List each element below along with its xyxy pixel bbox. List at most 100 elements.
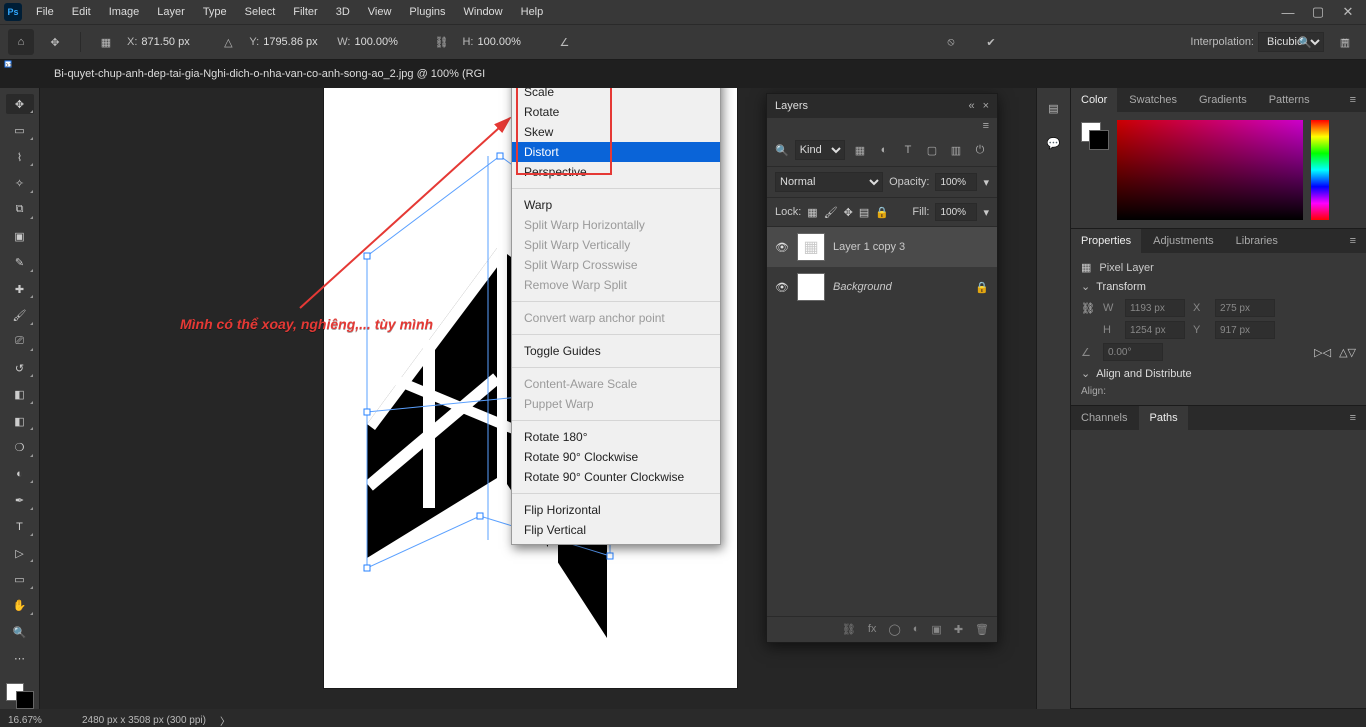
visibility-icon[interactable]: 👁 xyxy=(775,281,789,294)
eraser-tool[interactable]: ◧ xyxy=(6,384,34,404)
adjustment-icon[interactable]: ◐ xyxy=(913,623,920,636)
blur-tool[interactable]: ❍ xyxy=(6,437,34,457)
visibility-icon[interactable]: 👁 xyxy=(775,241,789,254)
delta-icon[interactable]: △ xyxy=(215,29,241,55)
fill-dropdown-icon[interactable]: ▾ xyxy=(983,206,989,219)
filter-search-icon[interactable]: 🔍 xyxy=(775,144,789,157)
pen-tool[interactable]: ✒ xyxy=(6,490,34,510)
canvas-area[interactable]: Mình có thể xoay, nghiêng,... tùy mình c… xyxy=(40,88,1036,709)
ctx-rotate[interactable]: Rotate xyxy=(512,102,720,122)
x-input[interactable] xyxy=(141,36,207,49)
history-brush-tool[interactable]: ↺ xyxy=(6,358,34,378)
prop-y[interactable]: 917 px xyxy=(1215,321,1275,339)
menu-file[interactable]: File xyxy=(28,2,62,22)
filter-shape-icon[interactable]: ▢ xyxy=(923,142,941,158)
menu-help[interactable]: Help xyxy=(513,2,552,22)
layer-name[interactable]: Layer 1 copy 3 xyxy=(833,241,905,253)
edit-toolbar-icon[interactable]: ⋯ xyxy=(6,649,34,669)
group-icon[interactable]: ▣ xyxy=(931,623,941,636)
link-wh-icon[interactable]: ⛓ xyxy=(428,29,454,55)
flip-h-icon[interactable]: ▷◁ xyxy=(1314,346,1331,359)
drag-handle-icon[interactable]: ›› xyxy=(5,61,12,68)
stamp-tool[interactable]: ⎚ xyxy=(6,332,34,352)
ctx-distort[interactable]: Distort xyxy=(512,142,720,162)
gradient-tool[interactable]: ◧ xyxy=(6,411,34,431)
menu-layer[interactable]: Layer xyxy=(149,2,193,22)
layer-filter-select[interactable]: Kind xyxy=(795,140,845,160)
window-max-button[interactable]: ▢ xyxy=(1304,4,1332,20)
path-select-tool[interactable]: ▷ xyxy=(6,543,34,563)
marquee-tool[interactable]: ▭ xyxy=(6,120,34,140)
dock-icon[interactable]: ▤ xyxy=(1048,102,1058,115)
color-spectrum[interactable] xyxy=(1117,120,1303,220)
zoom-tool[interactable]: 🔍 xyxy=(6,622,34,642)
crop-tool[interactable]: ⧉ xyxy=(6,200,34,220)
opacity-dropdown-icon[interactable]: ▾ xyxy=(983,176,989,189)
lock-paint-icon[interactable]: 🖌 xyxy=(824,206,838,219)
layer-row[interactable]: 👁 ▦ Layer 1 copy 3 xyxy=(767,227,997,267)
tab-gradients[interactable]: Gradients xyxy=(1189,88,1257,112)
menu-plugins[interactable]: Plugins xyxy=(401,2,453,22)
tab-properties[interactable]: Properties xyxy=(1071,229,1141,253)
shape-tool[interactable]: ▭ xyxy=(6,569,34,589)
ctx-rotate-90-ccw[interactable]: Rotate 90° Counter Clockwise xyxy=(512,467,720,487)
prop-x[interactable]: 275 px xyxy=(1215,299,1275,317)
lock-trans-icon[interactable]: ▦ xyxy=(807,206,817,219)
color-fgbg[interactable] xyxy=(1081,122,1109,150)
flip-v-icon[interactable]: △▽ xyxy=(1339,346,1356,359)
menu-edit[interactable]: Edit xyxy=(64,2,99,22)
search-icon[interactable]: 🔍 xyxy=(1292,29,1318,55)
status-menu-icon[interactable]: 〉 xyxy=(220,713,230,727)
zoom-level[interactable]: 16.67% xyxy=(8,715,68,726)
commit-transform-icon[interactable]: ✔ xyxy=(978,29,1004,55)
transform-handle[interactable] xyxy=(497,153,504,160)
menu-filter[interactable]: Filter xyxy=(285,2,325,22)
link-wh-icon[interactable]: ⛓ xyxy=(1081,302,1095,315)
ctx-warp[interactable]: Warp xyxy=(512,195,720,215)
prop-w[interactable]: 1193 px xyxy=(1125,299,1185,317)
opacity-input[interactable] xyxy=(935,173,977,191)
ctx-rotate-180[interactable]: Rotate 180° xyxy=(512,427,720,447)
transform-section[interactable]: Transform xyxy=(1081,280,1356,293)
reference-point-icon[interactable]: ▦ xyxy=(93,29,119,55)
fill-input[interactable] xyxy=(935,203,977,221)
tab-patterns[interactable]: Patterns xyxy=(1259,88,1320,112)
tab-channels[interactable]: Channels xyxy=(1071,406,1137,430)
lock-all-icon[interactable]: 🔒 xyxy=(875,206,889,219)
heal-tool[interactable]: ✚ xyxy=(6,279,34,299)
y-input[interactable] xyxy=(263,36,329,49)
h-input[interactable] xyxy=(477,36,543,49)
menu-view[interactable]: View xyxy=(360,2,400,22)
transform-handle[interactable] xyxy=(364,253,371,260)
ctx-rotate-90-cw[interactable]: Rotate 90° Clockwise xyxy=(512,447,720,467)
panel-menu-icon[interactable]: ≡ xyxy=(1340,88,1366,112)
transform-tool-icon[interactable]: ✥ xyxy=(42,29,68,55)
eyedropper-tool[interactable]: ✎ xyxy=(6,252,34,272)
link-layers-icon[interactable]: ⛓ xyxy=(842,623,856,636)
document-tab[interactable]: Bi-quyet-chup-anh-dep-tai-gia-Nghi-dich-… xyxy=(44,60,495,88)
tab-color[interactable]: Color xyxy=(1071,88,1117,112)
blend-mode-select[interactable]: Normal xyxy=(775,172,883,192)
lock-pos-icon[interactable]: ✥ xyxy=(844,206,853,219)
fg-bg-swatch[interactable] xyxy=(6,683,34,709)
move-tool[interactable]: ✥ xyxy=(6,94,34,114)
tab-libraries[interactable]: Libraries xyxy=(1226,229,1288,253)
ctx-skew[interactable]: Skew xyxy=(512,122,720,142)
lock-nest-icon[interactable]: ▤ xyxy=(859,206,869,219)
dock-icon[interactable]: 💬 xyxy=(1047,137,1061,150)
menu-type[interactable]: Type xyxy=(195,2,235,22)
transform-handle[interactable] xyxy=(364,565,371,572)
home-icon[interactable]: ⌂ xyxy=(8,29,34,55)
tab-paths[interactable]: Paths xyxy=(1139,406,1187,430)
close-panel-icon[interactable]: × xyxy=(983,100,989,112)
window-min-button[interactable]: — xyxy=(1274,5,1302,20)
menu-3d[interactable]: 3D xyxy=(328,2,358,22)
ctx-flip-v[interactable]: Flip Vertical xyxy=(512,520,720,540)
layer-name[interactable]: Background xyxy=(833,281,892,293)
mask-icon[interactable]: ◯ xyxy=(888,623,900,636)
workspace-icon[interactable]: ▥ xyxy=(1332,29,1358,55)
filter-toggle-icon[interactable]: ⏻ xyxy=(971,142,989,158)
angle-icon[interactable]: ∠ xyxy=(551,29,577,55)
collapse-panel-icon[interactable]: « xyxy=(968,100,974,112)
brush-tool[interactable]: 🖌 xyxy=(6,305,34,325)
